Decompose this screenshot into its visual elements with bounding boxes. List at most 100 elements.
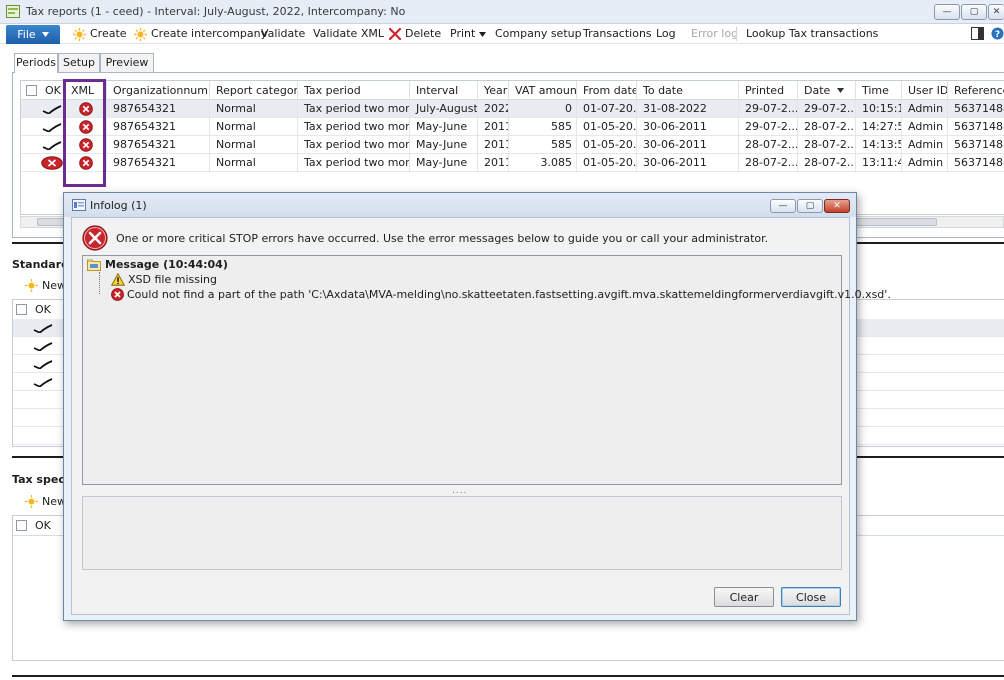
create-intercompany-button[interactable]: Create intercompany xyxy=(134,26,267,42)
year-cell: 2011 xyxy=(478,118,509,136)
tab-setup[interactable]: Setup xyxy=(58,53,100,72)
spec-col-ok[interactable]: OK xyxy=(35,519,51,532)
col-organizationnumber[interactable]: Organizationnumber xyxy=(107,81,210,100)
col-from-date[interactable]: From date xyxy=(577,81,637,100)
col-tax-period[interactable]: Tax period xyxy=(298,81,410,100)
close-button[interactable]: Close xyxy=(781,587,841,607)
col-ok[interactable]: OK xyxy=(39,81,65,100)
validate-label: Validate xyxy=(261,27,306,40)
transactions-button[interactable]: Transactions xyxy=(583,26,652,42)
lookup-tax-transactions-label: Lookup Tax transactions xyxy=(746,27,879,40)
checkmark-icon xyxy=(33,360,53,369)
infolog-minimize-button[interactable]: — xyxy=(770,199,796,213)
period-cell: Tax period two months xyxy=(298,118,410,136)
col-vat-amount[interactable]: VAT amount xyxy=(509,81,577,100)
infolog-close-button[interactable]: ✕ xyxy=(824,199,850,213)
company-setup-label: Company setup xyxy=(495,27,582,40)
col-date[interactable]: Date xyxy=(798,81,856,100)
create-button[interactable]: Create xyxy=(73,26,127,42)
clear-button[interactable]: Clear xyxy=(714,587,774,607)
col-user-id[interactable]: User ID xyxy=(902,81,948,100)
delete-label: Delete xyxy=(405,27,442,40)
log-button[interactable]: Log xyxy=(656,26,676,42)
maximize-icon: ▢ xyxy=(969,7,979,17)
print-menu-button[interactable]: Print xyxy=(450,26,487,42)
chevron-down-icon xyxy=(41,32,49,37)
error-log-button[interactable]: Error log xyxy=(691,26,738,42)
infolog-message-tree[interactable]: Message (10:44:04) XSD file missing Coul… xyxy=(82,255,891,485)
chevron-down-icon xyxy=(479,31,487,37)
interval-cell: July-August xyxy=(410,100,478,118)
time-cell: 14:27:51 xyxy=(856,118,902,136)
infolog-icon xyxy=(72,199,86,211)
user-cell: Admin xyxy=(902,136,948,154)
error-oval-icon xyxy=(41,156,63,170)
period-cell: Tax period two months xyxy=(298,154,410,172)
help-icon[interactable]: ? xyxy=(991,27,1004,40)
message-root-node[interactable]: Message (10:44:04) xyxy=(87,258,228,271)
minimize-button[interactable]: — xyxy=(934,4,960,20)
reference-cell: 563714888 xyxy=(948,154,1004,172)
table-row[interactable]: 987654321 Normal Tax period two months M… xyxy=(21,154,1004,172)
app-icon xyxy=(6,5,20,18)
validate-button[interactable]: Validate xyxy=(261,26,305,42)
warning-node[interactable]: XSD file missing xyxy=(111,273,217,286)
col-reference[interactable]: Reference xyxy=(948,81,1004,100)
warning-label: XSD file missing xyxy=(128,273,217,286)
maximize-button[interactable]: ▢ xyxy=(961,4,987,20)
tab-preview[interactable]: Preview xyxy=(100,53,154,72)
layout-icon[interactable] xyxy=(971,27,984,40)
col-year[interactable]: Year xyxy=(478,81,509,100)
error-node[interactable]: Could not find a part of the path 'C:\Ax… xyxy=(111,288,891,301)
delete-button[interactable]: Delete xyxy=(389,26,441,42)
xml-column-highlight xyxy=(63,79,106,187)
table-row[interactable]: 987654321 Normal Tax period two months M… xyxy=(21,136,1004,154)
org-cell: 987654321 xyxy=(107,100,210,118)
action-pane: File Create Create intercompany Validate… xyxy=(0,24,1004,44)
checkmark-icon xyxy=(42,123,62,132)
ok-cell xyxy=(39,100,65,118)
org-cell: 987654321 xyxy=(107,154,210,172)
pane-splitter[interactable]: .... xyxy=(452,486,467,496)
time-cell: 14:13:52 xyxy=(856,136,902,154)
spec-new-button[interactable]: New xyxy=(25,495,66,508)
year-cell: 2022 xyxy=(478,100,509,118)
interval-cell: May-June xyxy=(410,118,478,136)
from-date-cell: 01-05-20... xyxy=(577,118,637,136)
sun-icon xyxy=(73,27,86,41)
section-divider xyxy=(12,675,1004,677)
standard-col-ok[interactable]: OK xyxy=(35,303,51,316)
category-cell: Normal xyxy=(210,118,298,136)
table-row[interactable]: 987654321 Normal Tax period two months M… xyxy=(21,118,1004,136)
file-menu-button[interactable]: File xyxy=(6,25,60,44)
year-cell: 2011 xyxy=(478,136,509,154)
tab-periods[interactable]: Periods xyxy=(14,53,58,73)
checkmark-icon xyxy=(33,378,53,387)
svg-text:?: ? xyxy=(995,30,1000,40)
transactions-label: Transactions xyxy=(583,27,652,40)
company-setup-button[interactable]: Company setup xyxy=(495,26,582,42)
infolog-maximize-button[interactable]: ▢ xyxy=(797,199,823,213)
close-window-button[interactable]: ✕ xyxy=(988,4,1004,20)
col-time[interactable]: Time xyxy=(856,81,902,100)
spec-select-all-checkbox[interactable] xyxy=(16,520,27,531)
message-folder-icon xyxy=(87,259,101,271)
standard-new-button[interactable]: New xyxy=(25,279,66,292)
checkmark-icon xyxy=(33,342,53,351)
sun-icon xyxy=(25,495,38,508)
select-all-checkbox[interactable] xyxy=(26,85,37,96)
validate-xml-button[interactable]: Validate XML xyxy=(313,26,384,42)
vat-cell: 585 xyxy=(509,118,577,136)
table-row[interactable]: 987654321 Normal Tax period two months J… xyxy=(21,100,1004,118)
lookup-tax-transactions-button[interactable]: Lookup Tax transactions xyxy=(746,26,878,42)
org-cell: 987654321 xyxy=(107,118,210,136)
printed-cell: 29-07-2... xyxy=(739,118,798,136)
infolog-title: Infolog (1) xyxy=(90,199,147,212)
col-report-category[interactable]: Report category xyxy=(210,81,298,100)
standard-select-all-checkbox[interactable] xyxy=(16,304,27,315)
col-printed[interactable]: Printed xyxy=(739,81,798,100)
ok-cell xyxy=(39,118,65,136)
col-to-date[interactable]: To date xyxy=(637,81,739,100)
col-interval[interactable]: Interval xyxy=(410,81,478,100)
error-icon xyxy=(111,288,124,301)
